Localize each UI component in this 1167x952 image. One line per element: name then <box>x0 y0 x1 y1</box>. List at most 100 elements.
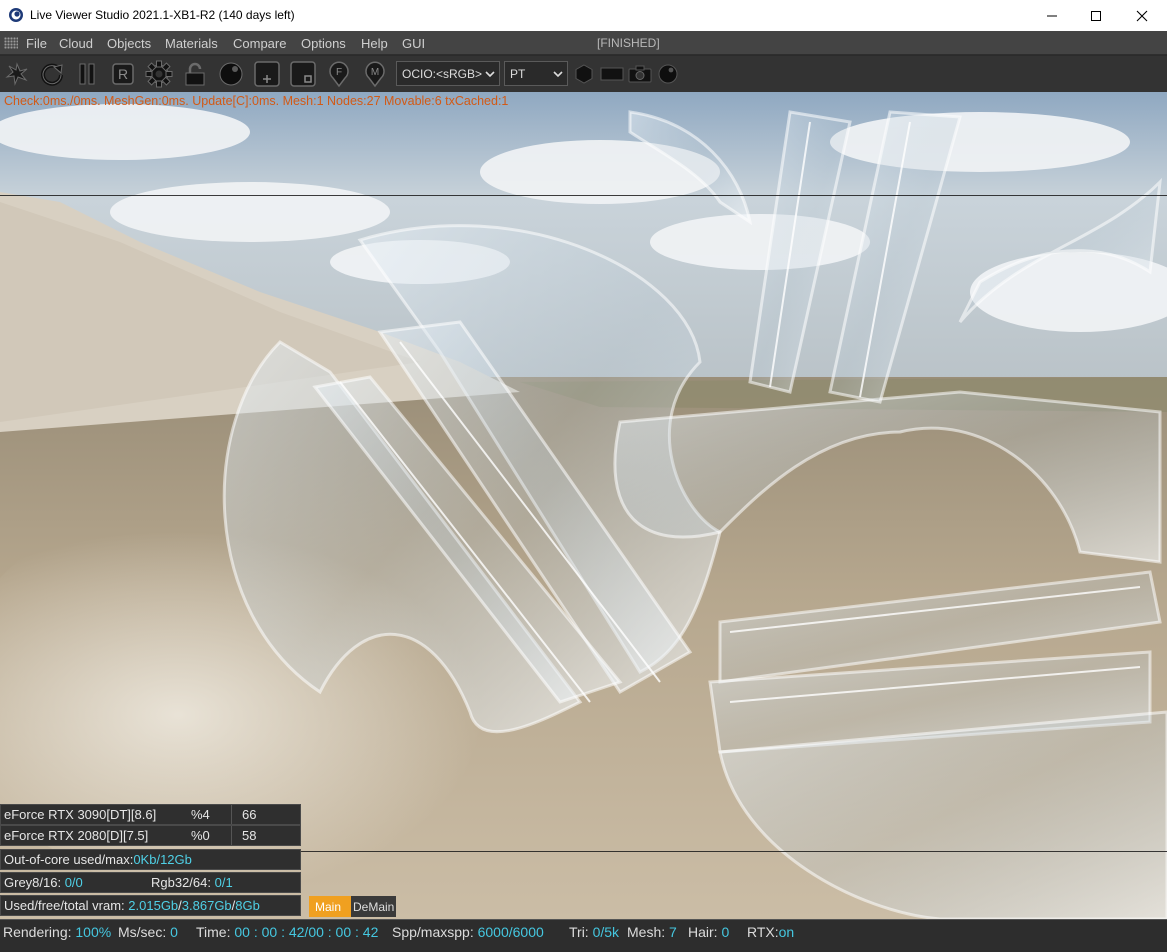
tab-demain[interactable]: DeMain <box>351 896 396 917</box>
close-button[interactable] <box>1119 0 1165 31</box>
reset-button[interactable] <box>37 59 67 89</box>
material-pin-button[interactable]: M <box>360 59 390 89</box>
color-space-select[interactable]: OCIO:<sRGB> <box>396 61 500 86</box>
vram-row: Used/free/total vram: 2.015Gb/3.867Gb/8G… <box>0 895 301 916</box>
svg-text:R: R <box>118 66 128 82</box>
gpu-row: eForce RTX 2080[D][7.5] %0 58 <box>0 825 301 846</box>
maximize-button[interactable] <box>1073 0 1119 31</box>
recenter-button[interactable] <box>2 59 32 89</box>
material-pin-icon: M <box>365 61 385 88</box>
out-of-core-value: 0Kb/12Gb <box>133 852 192 867</box>
menu-compare[interactable]: Compare <box>233 36 286 51</box>
box-icon <box>290 61 316 87</box>
menu-help[interactable]: Help <box>361 36 388 51</box>
kernel-select[interactable]: PT <box>504 61 568 86</box>
mesh-value: 7 <box>669 924 677 940</box>
grey-label: Grey8/16: <box>4 875 65 890</box>
gpu-percent: %4 <box>191 807 210 822</box>
status-bar: Rendering: 100% Ms/sec: 0 Time: 00 : 00 … <box>0 919 1167 952</box>
lock-button[interactable] <box>180 59 210 89</box>
svg-text:F: F <box>336 67 342 78</box>
add-box-button[interactable] <box>252 59 282 89</box>
ms-value: 0 <box>170 924 178 940</box>
close-icon <box>1136 10 1148 21</box>
grip-icon <box>4 37 18 49</box>
gpu-row: eForce RTX 3090[DT][8.6] %4 66 <box>0 804 301 825</box>
settings-icon <box>145 60 173 88</box>
menu-bar: File Cloud Objects Materials Compare Opt… <box>0 31 1167 55</box>
hair-label: Hair: <box>688 924 722 940</box>
tri-label: Tri: <box>569 924 593 940</box>
vram-label: Used/free/total vram: <box>4 898 129 913</box>
sphere-icon <box>219 62 243 86</box>
camera-button[interactable] <box>625 59 655 89</box>
recenter-icon <box>5 62 28 86</box>
guide-line-top <box>0 195 1167 196</box>
menu-file[interactable]: File <box>26 36 47 51</box>
add-box-icon <box>254 61 280 87</box>
minimize-button[interactable] <box>1029 0 1075 31</box>
out-of-core-row: Out-of-core used/max:0Kb/12Gb <box>0 849 301 870</box>
region-icon: R <box>112 63 134 85</box>
time-value: 00 : 00 : 42/00 : 00 : 42 <box>234 924 379 940</box>
rgb-value: 0/1 <box>214 875 233 890</box>
time-label: Time: <box>196 924 235 940</box>
title-bar: Live Viewer Studio 2021.1-XB1-R2 (140 da… <box>0 0 1167 31</box>
render-stats-line: Check:0ms./0ms. MeshGen:0ms. Update[C]:0… <box>4 94 509 108</box>
gpu-name: eForce RTX 2080[D][7.5] <box>4 828 149 843</box>
vram-used: 2.015Gb <box>128 898 179 913</box>
settings-button[interactable] <box>144 59 174 89</box>
pause-icon <box>79 63 95 85</box>
window-title: Live Viewer Studio 2021.1-XB1-R2 (140 da… <box>30 8 295 22</box>
tab-main[interactable]: Main <box>309 896 351 917</box>
sphere-small-icon <box>658 64 678 84</box>
ms-label: Ms/sec: <box>118 924 171 940</box>
tri-value: 0/5k <box>592 924 620 940</box>
toolbar: R F M OCIO:<sRGB> PT <box>0 56 1167 92</box>
gpu-name: eForce RTX 3090[DT][8.6] <box>4 807 157 822</box>
region-button[interactable]: R <box>108 59 138 89</box>
maximize-icon <box>1091 10 1101 21</box>
spp-label: Spp/maxspp: <box>392 924 478 940</box>
vram-free: 3.867Gb <box>181 898 232 913</box>
sphere-button[interactable] <box>216 59 246 89</box>
menu-objects[interactable]: Objects <box>107 36 151 51</box>
box-button[interactable] <box>288 59 318 89</box>
menu-materials[interactable]: Materials <box>165 36 218 51</box>
render-viewport[interactable]: Check:0ms./0ms. MeshGen:0ms. Update[C]:0… <box>0 92 1167 919</box>
chevron-down-icon <box>485 71 495 78</box>
grey-value: 0/0 <box>64 875 83 890</box>
render-status: [FINISHED] <box>597 36 660 50</box>
hexagon-icon <box>575 64 593 84</box>
vram-total: 8Gb <box>235 898 260 913</box>
out-of-core-label: Out-of-core used/max: <box>4 852 134 867</box>
color-space-value: OCIO:<sRGB> <box>402 67 483 81</box>
sphere-small-button[interactable] <box>653 59 683 89</box>
hexagon-button[interactable] <box>569 59 599 89</box>
focus-pin-button[interactable]: F <box>324 59 354 89</box>
rtx-label: RTX: <box>747 924 779 940</box>
rendering-label: Rendering: <box>3 924 76 940</box>
kernel-value: PT <box>510 67 526 81</box>
gpu-temp: 58 <box>242 828 257 843</box>
menu-cloud[interactable]: Cloud <box>59 36 93 51</box>
spp-value: 6000/6000 <box>477 924 544 940</box>
rgb-label: Rgb32/64: <box>151 875 215 890</box>
film-button[interactable] <box>597 59 627 89</box>
reset-icon <box>41 63 63 86</box>
gpu-temp: 66 <box>242 807 257 822</box>
rtx-value: on <box>778 924 795 940</box>
chevron-down-icon <box>553 71 563 78</box>
gpu-percent: %0 <box>191 828 210 843</box>
app-logo-icon <box>9 8 23 22</box>
texture-row: Grey8/16: 0/0 Rgb32/64: 0/1 <box>0 872 301 893</box>
minimize-icon <box>1047 15 1057 16</box>
mesh-label: Mesh: <box>627 924 670 940</box>
svg-text:M: M <box>371 67 379 78</box>
camera-icon <box>628 65 652 83</box>
menu-options[interactable]: Options <box>301 36 346 51</box>
focus-pin-icon: F <box>329 61 349 88</box>
pause-button[interactable] <box>72 59 102 89</box>
menu-gui[interactable]: GUI <box>402 36 425 51</box>
lock-icon <box>185 62 205 86</box>
